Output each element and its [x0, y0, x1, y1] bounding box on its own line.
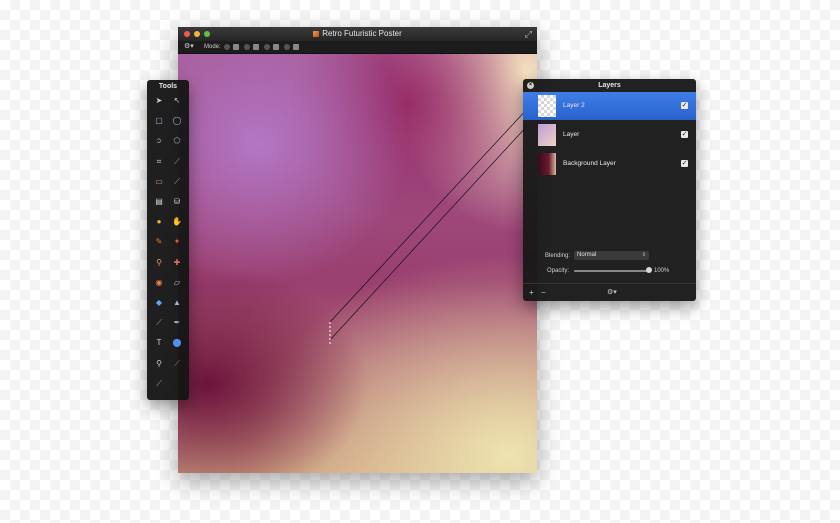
layers-header: × Layers	[523, 79, 696, 92]
rect-select-icon[interactable]: ▢	[153, 115, 165, 127]
burn-icon[interactable]: ✦	[171, 236, 183, 248]
layer-name: Background Layer	[563, 160, 616, 167]
clone-stamp-icon[interactable]: ⚲	[153, 257, 165, 269]
paint-bucket-icon[interactable]: ⛁	[171, 196, 183, 208]
opacity-value: 100%	[654, 268, 670, 274]
layers-panel: × Layers Layer 2 ✓ Layer ✓ Background La…	[523, 79, 696, 301]
blending-select[interactable]: Normal ⇕	[574, 251, 649, 260]
lasso-icon[interactable]: ↄ	[153, 135, 165, 147]
crop-icon[interactable]: ⌗	[153, 156, 165, 168]
eyedropper-icon[interactable]: ⟋	[171, 156, 183, 168]
layer-visibility-checkbox[interactable]: ✓	[681, 131, 688, 138]
layer-thumbnail	[538, 153, 556, 175]
layer-row-layer[interactable]: Layer ✓	[523, 121, 696, 149]
opacity-slider-fill	[574, 270, 649, 272]
layer-row-layer-2[interactable]: Layer 2 ✓	[523, 92, 696, 120]
text-icon[interactable]: T	[153, 337, 165, 349]
blending-label: Blending:	[545, 253, 571, 259]
layer-row-background[interactable]: Background Layer ✓	[523, 150, 696, 178]
opacity-slider[interactable]	[574, 267, 652, 273]
direct-select-icon[interactable]: ↖	[171, 95, 183, 107]
layers-footer: + − ⚙▾	[523, 283, 696, 302]
layer-visibility-checkbox[interactable]: ✓	[681, 102, 688, 109]
layer-options-gear-icon[interactable]: ⚙▾	[607, 284, 617, 302]
vector-pen-icon[interactable]: ✒	[171, 317, 183, 329]
sponge-icon[interactable]: ●	[153, 216, 165, 228]
zoom-icon[interactable]: ⚲	[153, 358, 165, 370]
layers-title: Layers	[598, 82, 621, 89]
smudge-icon[interactable]: ✋	[171, 216, 183, 228]
droplet-icon[interactable]: ◆	[153, 297, 165, 309]
tools-title: Tools	[158, 83, 178, 90]
blur-icon[interactable]: ▱	[171, 277, 183, 289]
pen-icon[interactable]: ⟋	[153, 317, 165, 329]
red-eye-icon[interactable]: ◉	[153, 277, 165, 289]
dodge-icon[interactable]: ✎	[153, 236, 165, 248]
layer-visibility-checkbox[interactable]: ✓	[681, 160, 688, 167]
heal-icon[interactable]: ✚	[171, 257, 183, 269]
gradient-icon[interactable]: ▤	[153, 196, 165, 208]
line-icon[interactable]: ⟋	[153, 378, 165, 390]
brush-icon[interactable]: ⟋	[171, 176, 183, 188]
remove-layer-icon[interactable]: −	[541, 284, 546, 302]
add-layer-icon[interactable]: +	[529, 284, 534, 302]
shape-icon[interactable]: ⬤	[171, 337, 183, 349]
sharpen-icon[interactable]: ▲	[171, 297, 183, 309]
polygon-lasso-icon[interactable]: ⬠	[171, 135, 183, 147]
updown-arrows-icon: ⇕	[641, 252, 646, 258]
layer-name: Layer 2	[563, 102, 585, 109]
tools-palette: Tools ➤ ↖ ▢ ◯ ↄ ⬠ ⌗ ⟋ ▭ ⟋ ▤ ⛁ ● ✋ ✎ ✦ ⚲ ✚ ◉ ▱ ◆ ▲ ⟋ ✒ T ⬤ ⚲ ⟋ ⟋	[147, 80, 189, 400]
opacity-label: Opacity:	[547, 268, 570, 274]
opacity-slider-knob[interactable]	[646, 267, 652, 273]
selection-marquee	[329, 107, 529, 346]
blending-value: Normal	[577, 252, 597, 258]
pencil-icon[interactable]: ⟋	[171, 358, 183, 370]
layer-thumbnail	[538, 95, 556, 117]
ellipse-select-icon[interactable]: ◯	[171, 115, 183, 127]
eraser-icon[interactable]: ▭	[153, 176, 165, 188]
close-panel-icon[interactable]: ×	[527, 82, 534, 89]
select-arrow-icon[interactable]: ➤	[153, 95, 165, 107]
layer-name: Layer	[563, 131, 580, 138]
layer-thumbnail	[538, 124, 556, 146]
